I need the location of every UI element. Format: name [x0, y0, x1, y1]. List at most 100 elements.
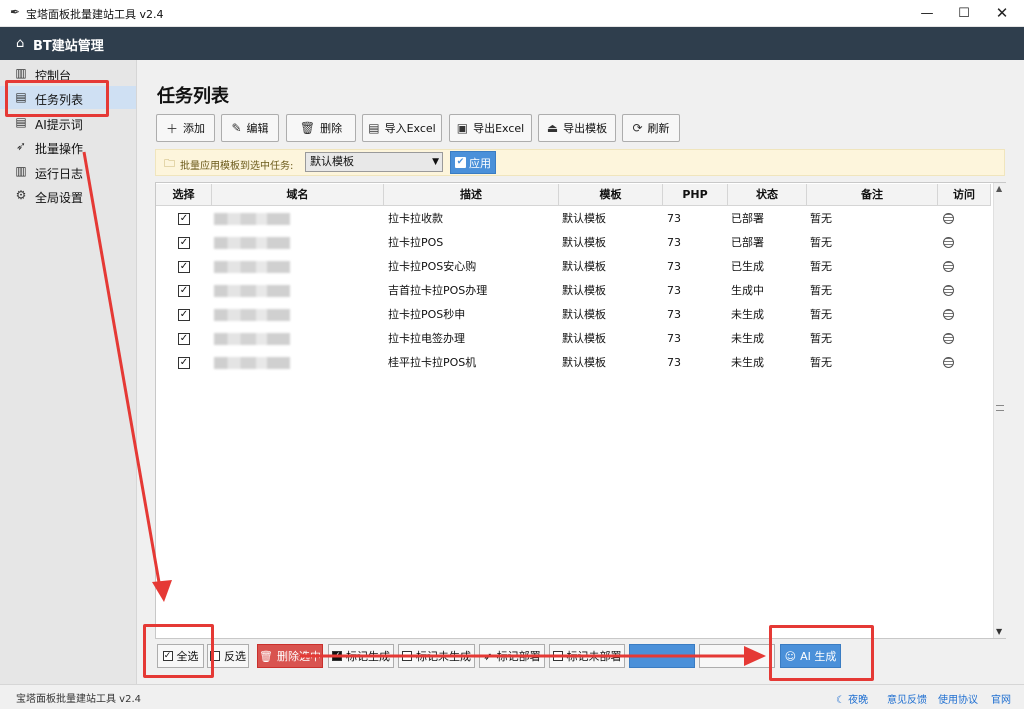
table-row[interactable]: ✓ 拉卡拉电签办理 默认模板 73 未生成 暂无: [156, 327, 991, 351]
checkbox-icon: ✓: [332, 651, 342, 661]
trash-icon: 🗑: [259, 649, 273, 663]
row-checkbox[interactable]: ✓: [178, 261, 190, 273]
mark-not-generated-button[interactable]: 标记未生成: [398, 644, 475, 668]
cell-template: 默认模板: [562, 260, 606, 273]
website-link[interactable]: 官网: [991, 691, 1011, 706]
app-window: ✒ 宝塔面板批量建站工具 v2.4 — ☐ ✕ ⌂ BT建站管理 ▥ 控制台 ▤…: [0, 0, 1024, 709]
app-header: ⌂ BT建站管理: [0, 27, 1024, 60]
template-select[interactable]: 默认模板 ▼: [305, 152, 443, 172]
gear-icon: ⚙: [15, 188, 27, 202]
row-checkbox[interactable]: ✓: [178, 237, 190, 249]
checkbox-icon: [402, 651, 412, 661]
domain-redacted: [214, 261, 290, 273]
batch-template-label: 批量应用模板到选中任务:: [180, 161, 294, 172]
globe-icon[interactable]: [943, 333, 954, 344]
save-icon: ▣: [456, 121, 469, 135]
cell-template: 默认模板: [562, 332, 606, 345]
check-icon: ✔: [455, 157, 466, 168]
export-icon: ⏏: [546, 121, 559, 135]
column-header-note[interactable]: 备注: [807, 184, 938, 206]
night-mode-link[interactable]: ☾ 夜晚: [836, 691, 868, 706]
column-header-status[interactable]: 状态: [728, 184, 807, 206]
column-header-description[interactable]: 描述: [384, 184, 559, 206]
domain-redacted: [214, 213, 290, 225]
table-row[interactable]: ✓ 拉卡拉POS秒申 默认模板 73 未生成 暂无: [156, 303, 991, 327]
sidebar-item-batch-ops[interactable]: ➶ 批量操作: [0, 135, 136, 158]
column-header-visit[interactable]: 访问: [938, 184, 991, 206]
add-button[interactable]: ＋添加: [156, 114, 215, 142]
globe-icon[interactable]: [943, 237, 954, 248]
column-header-php[interactable]: PHP: [663, 184, 728, 206]
document-icon: ▤: [15, 115, 27, 129]
globe-icon[interactable]: [943, 309, 954, 320]
task-table: 选择 域名 描述 模板 PHP 状态 备注 访问 ✓ 拉卡拉收款 默认模板 73…: [155, 182, 1006, 639]
terms-link[interactable]: 使用协议: [938, 691, 978, 706]
table-row[interactable]: ✓ 吉首拉卡拉POS办理 默认模板 73 生成中 暂无: [156, 279, 991, 303]
mark-deployed-button[interactable]: ➶ 标记部署: [479, 644, 545, 668]
row-checkbox[interactable]: ✓: [178, 333, 190, 345]
table-header: 选择 域名 描述 模板 PHP 状态 备注 访问: [156, 184, 991, 206]
cell-php: 73: [667, 284, 681, 297]
domain-redacted: [214, 285, 290, 297]
cell-php: 73: [667, 308, 681, 321]
delete-button[interactable]: 🗑 删除: [286, 114, 356, 142]
sidebar-item-global-settings[interactable]: ⚙ 全局设置: [0, 184, 136, 207]
domain-redacted: [214, 357, 290, 369]
cell-template: 默认模板: [562, 212, 606, 225]
close-button[interactable]: ✕: [985, 0, 1019, 27]
row-checkbox[interactable]: ✓: [178, 309, 190, 321]
scroll-up-icon[interactable]: ▲: [996, 184, 1002, 193]
column-header-template[interactable]: 模板: [559, 184, 663, 206]
table-row[interactable]: ✓ 桂平拉卡拉POS机 默认模板 73 未生成 暂无: [156, 351, 991, 375]
cell-description: 拉卡拉POS: [388, 236, 444, 249]
table-row[interactable]: ✓ 拉卡拉POS安心购 默认模板 73 已生成 暂无: [156, 255, 991, 279]
table-scrollbar[interactable]: ▲ ▼: [993, 183, 1006, 638]
mark-not-deployed-button[interactable]: 标记未部署: [549, 644, 625, 668]
status-text: 宝塔面板批量建站工具 v2.4: [16, 694, 141, 705]
column-header-select[interactable]: 选择: [156, 184, 212, 206]
row-checkbox[interactable]: ✓: [178, 285, 190, 297]
sidebar-item-label: AI提示词: [35, 118, 83, 132]
folder-action-button[interactable]: [699, 644, 775, 668]
globe-icon[interactable]: [943, 357, 954, 368]
clipboard-icon: ▤: [368, 121, 380, 135]
mark-generated-button[interactable]: ✓ 标记生成: [328, 644, 394, 668]
annotation-box-ai-generate: [769, 625, 874, 681]
cell-description: 拉卡拉POS秒申: [388, 308, 466, 321]
globe-icon[interactable]: [943, 285, 954, 296]
sidebar-item-run-log[interactable]: ▥ 运行日志: [0, 160, 136, 183]
apply-button[interactable]: ✔ 应用: [450, 151, 496, 174]
globe-icon[interactable]: [943, 213, 954, 224]
maximize-button[interactable]: ☐: [947, 0, 981, 27]
export-excel-button[interactable]: ▣ 导出Excel: [449, 114, 532, 142]
minimize-button[interactable]: —: [910, 0, 944, 27]
sidebar: ▥ 控制台 ▤ 任务列表 ▤ AI提示词 ➶ 批量操作 ▥ 运行日志 ⚙ 全局设…: [0, 60, 137, 684]
row-checkbox[interactable]: ✓: [178, 357, 190, 369]
import-excel-button[interactable]: ▤ 导入Excel: [362, 114, 442, 142]
cell-note: 暂无: [810, 308, 832, 321]
globe-icon[interactable]: [943, 261, 954, 272]
blue-action-button[interactable]: [629, 644, 695, 668]
table-row[interactable]: ✓ 拉卡拉POS 默认模板 73 已部署 暂无: [156, 231, 991, 255]
rocket-icon: ➶: [483, 649, 493, 663]
scroll-grip[interactable]: [996, 405, 1004, 411]
cell-php: 73: [667, 356, 681, 369]
edit-button[interactable]: ✎ 编辑: [221, 114, 279, 142]
scroll-down-icon[interactable]: ▼: [996, 627, 1002, 636]
domain-redacted: [214, 333, 290, 345]
folder-icon: 🗀: [164, 157, 175, 170]
cell-status: 未生成: [731, 356, 764, 369]
plus-icon: ＋: [165, 121, 178, 136]
sidebar-item-label: 全局设置: [35, 191, 84, 205]
cell-description: 桂平拉卡拉POS机: [388, 356, 477, 369]
domain-redacted: [214, 237, 290, 249]
column-header-domain[interactable]: 域名: [212, 184, 384, 206]
row-checkbox[interactable]: ✓: [178, 213, 190, 225]
export-template-button[interactable]: ⏏ 导出模板: [538, 114, 616, 142]
batch-template-bar: 🗀 批量应用模板到选中任务: 默认模板 ▼ ✔ 应用: [155, 149, 1005, 176]
feedback-link[interactable]: 意见反馈: [887, 691, 927, 706]
refresh-button[interactable]: ⟳ 刷新: [622, 114, 680, 142]
moon-icon: ☾: [836, 695, 845, 706]
table-row[interactable]: ✓ 拉卡拉收款 默认模板 73 已部署 暂无: [156, 207, 991, 231]
delete-selected-button[interactable]: 🗑 删除选中: [257, 644, 323, 668]
